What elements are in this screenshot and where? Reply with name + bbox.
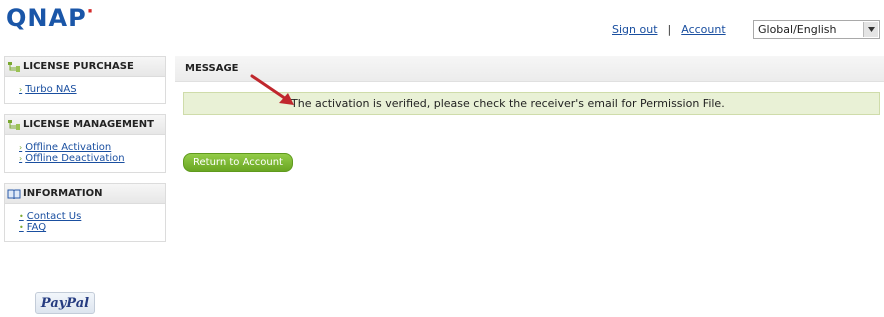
button-label: Return to Account: [193, 157, 283, 168]
tree-icon: [7, 119, 21, 131]
language-selected-value: Global/English: [758, 23, 837, 36]
panel-body: • Contact Us • FAQ: [5, 204, 165, 241]
logo-text: QNAP: [6, 4, 87, 32]
link-offline-deactivation[interactable]: › Offline Deactivation: [19, 153, 165, 164]
bullet-icon: ›: [19, 154, 23, 163]
link-label: Turbo NAS: [25, 84, 77, 95]
bullet-icon: ›: [19, 85, 23, 94]
message-text: The activation is verified, please check…: [291, 97, 725, 110]
return-to-account-button[interactable]: Return to Account: [183, 153, 293, 172]
nav-separator: |: [667, 22, 672, 36]
sidebar: LICENSE PURCHASE › Turbo NAS LICENSE MANA…: [4, 56, 166, 252]
panel-license-purchase: LICENSE PURCHASE › Turbo NAS: [4, 56, 166, 104]
bullet-icon: ›: [19, 143, 23, 152]
panel-header: LICENSE MANAGEMENT: [5, 115, 165, 135]
link-label: Offline Activation: [25, 142, 112, 153]
panel-header: INFORMATION: [5, 184, 165, 204]
bullet-icon: •: [19, 223, 24, 232]
panel-body: › Turbo NAS: [5, 77, 165, 103]
qnap-logo[interactable]: QNAP·: [6, 3, 95, 32]
page-title: MESSAGE: [185, 63, 239, 74]
account-link[interactable]: Account: [681, 23, 725, 36]
link-contact-us[interactable]: • Contact Us: [19, 211, 165, 222]
paypal-text: PayPal: [40, 295, 90, 311]
book-icon: [7, 188, 21, 200]
paypal-logo[interactable]: PayPal: [35, 292, 95, 314]
top-nav: Sign out | Account: [612, 20, 726, 38]
panel-information: INFORMATION • Contact Us • FAQ: [4, 183, 166, 242]
link-label: Offline Deactivation: [25, 153, 125, 164]
link-turbo-nas[interactable]: › Turbo NAS: [19, 84, 165, 95]
panel-header: LICENSE PURCHASE: [5, 57, 165, 77]
red-arrow-annotation: [250, 74, 294, 105]
language-select[interactable]: Global/English: [753, 20, 880, 39]
tree-icon: [7, 61, 21, 73]
chevron-down-icon[interactable]: [863, 22, 878, 37]
bullet-icon: •: [19, 212, 24, 221]
sign-out-link[interactable]: Sign out: [612, 23, 658, 36]
panel-license-management: LICENSE MANAGEMENT › Offline Activation ›…: [4, 114, 166, 173]
panel-body: › Offline Activation › Offline Deactivatio…: [5, 135, 165, 172]
link-label: Contact Us: [26, 211, 82, 222]
panel-title: LICENSE PURCHASE: [23, 61, 134, 72]
panel-title: INFORMATION: [23, 188, 103, 199]
link-faq[interactable]: • FAQ: [19, 222, 165, 233]
logo-dot: ·: [86, 1, 95, 22]
link-offline-activation[interactable]: › Offline Activation: [19, 142, 165, 153]
link-label: FAQ: [26, 222, 47, 233]
panel-title: LICENSE MANAGEMENT: [23, 119, 154, 130]
